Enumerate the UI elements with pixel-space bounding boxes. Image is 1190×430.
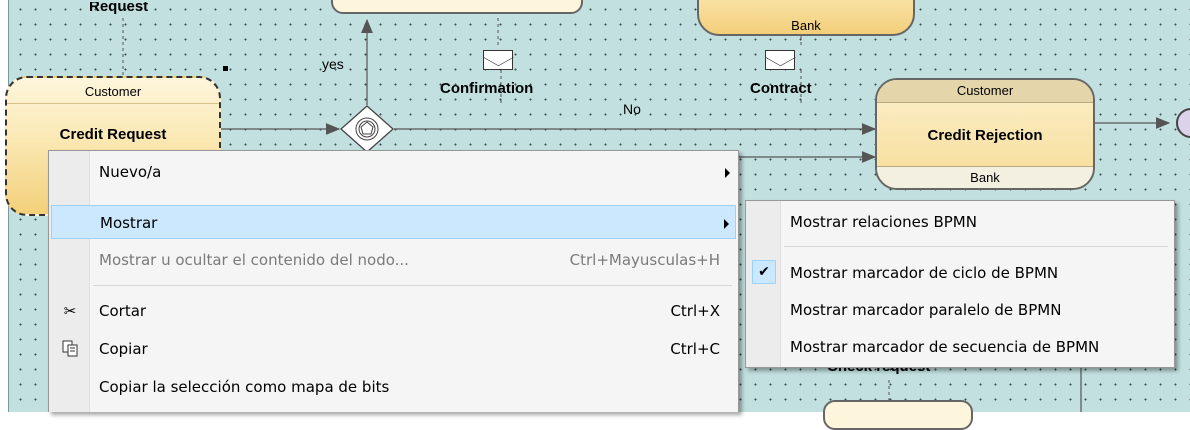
menu-item-mostrar[interactable]: Mostrar [51, 205, 736, 239]
context-menu: Nuevo/a Mostrar Mostrar u ocultar el con… [48, 150, 739, 412]
end-event-icon [1176, 108, 1190, 138]
shortcut-text: Ctrl+C [670, 340, 720, 358]
credit-rejection-lane-top: Customer [877, 80, 1093, 103]
menu-separator [784, 246, 1168, 247]
request-label: Request [89, 2, 149, 14]
submenu-arrow-icon [725, 168, 730, 178]
menu-item-copy-as-bitmap[interactable]: Copiar la selección como mapa de bits [51, 370, 736, 404]
credit-request-lane: Customer [84, 84, 142, 99]
submenu-mostrar: Mostrar relaciones BPMN ✔ Mostrar marcad… [745, 200, 1175, 368]
task-check-request[interactable] [823, 400, 973, 430]
task-top-center[interactable] [331, 0, 583, 14]
message-envelope-icon [765, 50, 795, 70]
task-bank-top[interactable]: Bank [697, 0, 915, 36]
shortcut-text: Ctrl+Mayusculas+H [569, 251, 720, 269]
menu-item-cortar[interactable]: ✂ Cortar Ctrl+X [51, 294, 736, 328]
selection-handle[interactable] [223, 66, 228, 71]
confirmation-label: Confirmation [440, 80, 534, 97]
menu-item-toggle-node-content[interactable]: Mostrar u ocultar el contenido del nodo.… [51, 243, 736, 277]
menu-separator [93, 285, 732, 286]
message-envelope-icon [483, 50, 513, 70]
submenu-item-sequence-marker[interactable]: Mostrar marcador de secuencia de BPMN [748, 330, 1172, 364]
menu-item-nuevo[interactable]: Nuevo/a [51, 155, 736, 189]
task-bank-label: Bank [791, 18, 821, 33]
task-credit-rejection[interactable]: Customer Credit Rejection Bank [875, 78, 1095, 190]
event-based-gateway-icon [340, 105, 394, 153]
yes-label: yes [322, 56, 344, 72]
credit-rejection-name: Credit Rejection [927, 127, 1043, 144]
shortcut-text: Ctrl+X [670, 302, 720, 320]
submenu-item-show-bpmn-relations[interactable]: Mostrar relaciones BPMN [748, 205, 1172, 239]
submenu-item-parallel-marker[interactable]: Mostrar marcador paralelo de BPMN [748, 293, 1172, 327]
scissors-icon: ✂ [63, 302, 77, 320]
copy-icon [59, 338, 81, 360]
no-label: No [623, 101, 641, 117]
submenu-item-loop-marker[interactable]: ✔ Mostrar marcador de ciclo de BPMN [748, 256, 1172, 290]
checkmark-icon: ✔ [752, 260, 776, 284]
contract-label: Contract [750, 80, 812, 97]
credit-request-name: Credit Request [59, 126, 167, 143]
credit-rejection-lane-bottom: Bank [877, 166, 1093, 188]
submenu-arrow-icon [724, 219, 729, 229]
menu-item-copiar[interactable]: Copiar Ctrl+C [51, 332, 736, 366]
